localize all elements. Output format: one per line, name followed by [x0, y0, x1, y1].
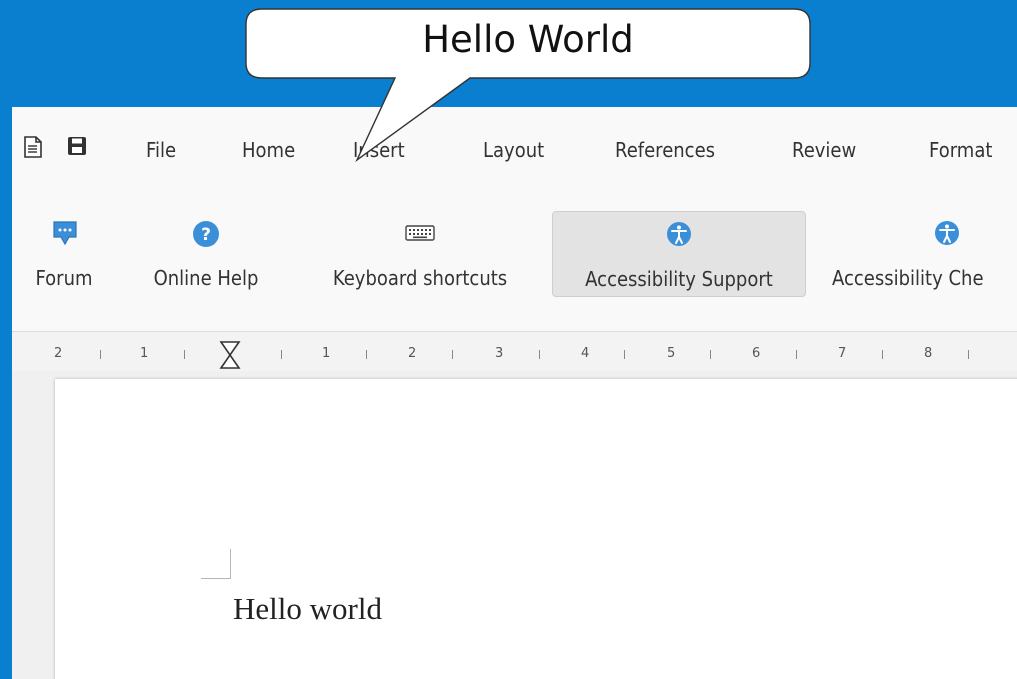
ruler-tick [968, 350, 969, 359]
ruler-tick [100, 350, 101, 359]
accessibility-check-label: Accessibility Che [832, 266, 984, 290]
accessibility-check-icon [934, 220, 960, 250]
ruler-number: 7 [838, 346, 847, 361]
forum-label: Forum [35, 266, 93, 290]
accessibility-support-label: Accessibility Support [585, 267, 773, 291]
menu-review[interactable]: Review [792, 138, 856, 162]
accessibility-check-button[interactable]: Accessibility Che [828, 211, 1017, 297]
desktop-background: File Home Insert Layout References Revie… [0, 0, 1017, 679]
ruler-number: 2 [408, 346, 417, 361]
menu-references[interactable]: References [615, 138, 715, 162]
document-text[interactable]: Hello world [233, 591, 382, 627]
ruler-tick [184, 350, 185, 359]
keyboard-icon [405, 225, 435, 245]
svg-text:?: ? [201, 225, 211, 245]
callout-text: Hello World [422, 18, 634, 61]
accessibility-icon [666, 221, 692, 251]
writer-window: File Home Insert Layout References Revie… [12, 107, 1017, 679]
ruler-number: 8 [924, 346, 933, 361]
indent-marker-icon[interactable] [219, 340, 241, 374]
ruler[interactable]: 2 1 1 2 3 4 5 6 7 8 [12, 331, 1017, 372]
ruler-tick [796, 350, 797, 359]
keyboard-shortcuts-button[interactable]: Keyboard shortcuts [304, 211, 536, 297]
document-page[interactable]: Hello world [55, 379, 1017, 679]
menu-bar: File Home Insert Layout References Revie… [12, 107, 1017, 183]
forum-button[interactable]: Forum [22, 211, 106, 297]
ruler-number: 1 [140, 346, 149, 361]
ruler-tick [366, 350, 367, 359]
ruler-tick [624, 350, 625, 359]
menu-file[interactable]: File [146, 138, 176, 162]
ruler-number: 6 [752, 346, 761, 361]
ruler-number: 3 [495, 346, 504, 361]
forum-icon [52, 220, 78, 252]
ruler-number: 4 [581, 346, 590, 361]
ruler-tick [539, 350, 540, 359]
menu-format[interactable]: Format [929, 138, 992, 162]
save-icon[interactable] [67, 136, 87, 160]
ruler-number: 2 [54, 346, 63, 361]
menu-layout[interactable]: Layout [483, 138, 544, 162]
text-boundary-corner [201, 549, 231, 579]
toolbar: Forum ? Online Help Keyboard shortcuts A… [12, 183, 1017, 331]
ruler-tick [710, 350, 711, 359]
document-icon[interactable] [24, 136, 42, 162]
ruler-tick [452, 350, 453, 359]
menu-insert[interactable]: Insert [353, 138, 405, 162]
document-area: Hello world [12, 371, 1017, 679]
help-icon: ? [192, 220, 220, 252]
ruler-tick [281, 350, 282, 359]
keyboard-shortcuts-label: Keyboard shortcuts [332, 266, 508, 290]
online-help-label: Online Help [153, 266, 259, 290]
ruler-number: 5 [667, 346, 676, 361]
menu-home[interactable]: Home [242, 138, 295, 162]
online-help-button[interactable]: ? Online Help [132, 211, 280, 297]
ruler-number: 1 [322, 346, 331, 361]
ruler-tick [882, 350, 883, 359]
accessibility-support-button[interactable]: Accessibility Support [552, 211, 806, 297]
